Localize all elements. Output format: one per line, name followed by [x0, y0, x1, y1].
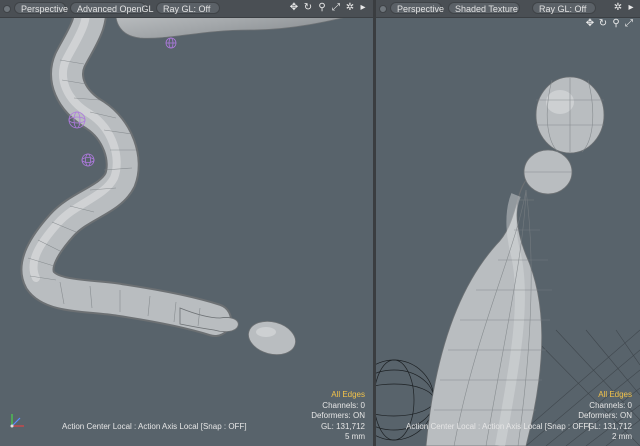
zoom-icon[interactable]: ⚲ — [610, 18, 622, 30]
fit-icon[interactable]: ⤢ — [330, 2, 342, 14]
viewport-info: All Edges Channels: 0 Deformers: ON GL: … — [311, 390, 365, 443]
move-icon[interactable]: ✥ — [288, 2, 300, 14]
deformers-label: Deformers: ON — [578, 411, 632, 420]
locator-sphere[interactable] — [165, 37, 177, 49]
channels-label: Channels: 0 — [589, 400, 632, 410]
arrow-icon[interactable]: ▸ — [625, 2, 637, 14]
scale-label: 2 mm — [612, 432, 632, 441]
ray-gl-button[interactable]: Ray GL: Off — [156, 2, 220, 14]
right-scene[interactable] — [376, 0, 640, 446]
viewport-info: All Edges Channels: 0 Deformers: ON GL: … — [578, 390, 632, 443]
axis-gizmo-icon — [10, 414, 24, 428]
locator-sphere[interactable] — [81, 153, 95, 167]
rotate-icon[interactable]: ↻ — [302, 2, 314, 14]
view-type-button[interactable]: Perspective — [390, 2, 444, 14]
scale-label: 5 mm — [345, 432, 365, 441]
left-scene[interactable] — [0, 0, 373, 446]
left-viewport[interactable]: Perspective Advanced OpenGL Ray GL: Off … — [0, 0, 373, 446]
selection-mode-label: All Edges — [598, 390, 632, 399]
right-toolbar: Perspective Shaded Texture Ray GL: Off ✲… — [376, 0, 640, 18]
action-center-status: Action Center Local : Action Axis Local … — [406, 422, 591, 431]
render-mode-button[interactable]: Shaded Texture — [448, 2, 520, 14]
right-viewport[interactable]: Perspective Shaded Texture Ray GL: Off ✲… — [376, 0, 640, 446]
channels-label: Channels: 0 — [322, 400, 365, 410]
settings-icon[interactable]: ✲ — [344, 2, 356, 14]
rotate-icon[interactable]: ↻ — [597, 18, 609, 30]
mesh-capsule[interactable] — [245, 316, 300, 359]
fit-icon[interactable]: ⤢ — [623, 18, 635, 30]
viewport-menu-dot[interactable] — [3, 5, 11, 13]
selection-mode-label: All Edges — [331, 390, 365, 399]
action-center-status: Action Center Local : Action Axis Local … — [62, 422, 247, 431]
ray-gl-button[interactable]: Ray GL: Off — [532, 2, 596, 14]
left-toolbar: Perspective Advanced OpenGL Ray GL: Off … — [0, 0, 373, 18]
zoom-icon[interactable]: ⚲ — [316, 2, 328, 14]
view-type-button[interactable]: Perspective — [14, 2, 68, 14]
nav-strip: ✥ ↻ ⚲ ⤢ — [576, 17, 640, 31]
render-mode-button[interactable]: Advanced OpenGL — [70, 2, 154, 14]
move-icon[interactable]: ✥ — [584, 18, 596, 30]
deformers-label: Deformers: ON — [311, 411, 365, 420]
settings-icon[interactable]: ✲ — [612, 2, 624, 14]
viewport-menu-dot[interactable] — [379, 5, 387, 13]
gl-count-label: GL: 131,712 — [320, 421, 365, 431]
arrow-icon[interactable]: ▸ — [357, 2, 369, 14]
